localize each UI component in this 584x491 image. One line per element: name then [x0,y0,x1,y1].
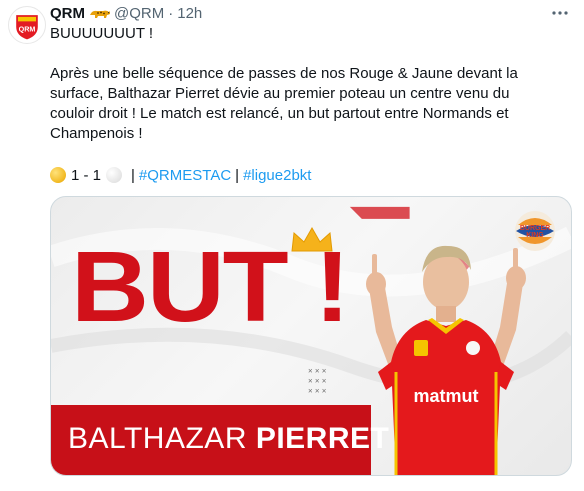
tweet-paragraph-line-4: Champenois ! [50,125,143,142]
jaguar-emoji-icon [90,10,110,18]
tweet-header: QRM @QRM · 12h [50,3,202,23]
svg-text:× × ×: × × × [308,367,327,376]
hashtag-qrmestac[interactable]: #QRMESTAC [139,167,231,184]
separator: · [168,4,174,22]
display-name[interactable]: QRM [50,5,85,22]
goal-word: BUT [71,231,289,343]
qrm-crest-icon: QRM [9,7,45,43]
jersey-sponsor: matmut [413,386,478,406]
pipe-separator: | [131,166,135,184]
tweet-paragraph-line-2: surface, Balthazar Pierret dévie au prem… [50,85,510,102]
more-button[interactable] [548,2,572,24]
score: 1 - 1 [71,166,102,184]
tweet-text: BUUUUUUUT ! Après une belle séquence de … [50,24,570,144]
tweet[interactable]: QRM QRM @QRM · 12h BUUUUUUUT ! Après une… [0,0,584,491]
score-line: 1 - 1 | #QRMESTAC | #ligue2bkt [50,164,311,186]
tweet-paragraph-line-3: couloir droit ! Le match est relancé, un… [50,105,509,122]
svg-text:× × ×: × × × [308,377,327,386]
more-dots-icon [552,11,568,15]
pipe-separator: | [235,166,240,184]
white-circle-icon [106,167,123,183]
player-figure: matmut [366,245,526,475]
crest-text: QRM [19,24,36,33]
avatar[interactable]: QRM [8,6,46,44]
tweet-paragraph-line-1: Après une belle séquence de passes de no… [50,65,518,82]
tweet-line-1: BUUUUUUUT ! [50,25,154,42]
svg-text:× × ×: × × × [308,387,327,396]
media-image[interactable]: × × × × × × × × × BUT ! BALTHAZAR PIERRE… [50,196,572,476]
yellow-circle-icon [50,167,66,183]
handle[interactable]: @QRM [114,5,164,22]
player-first-name: BALTHAZAR [68,422,247,455]
timestamp[interactable]: 12h [177,5,202,22]
crown-icon [291,226,333,252]
hashtag-ligue2bkt[interactable]: #ligue2bkt [243,167,311,184]
